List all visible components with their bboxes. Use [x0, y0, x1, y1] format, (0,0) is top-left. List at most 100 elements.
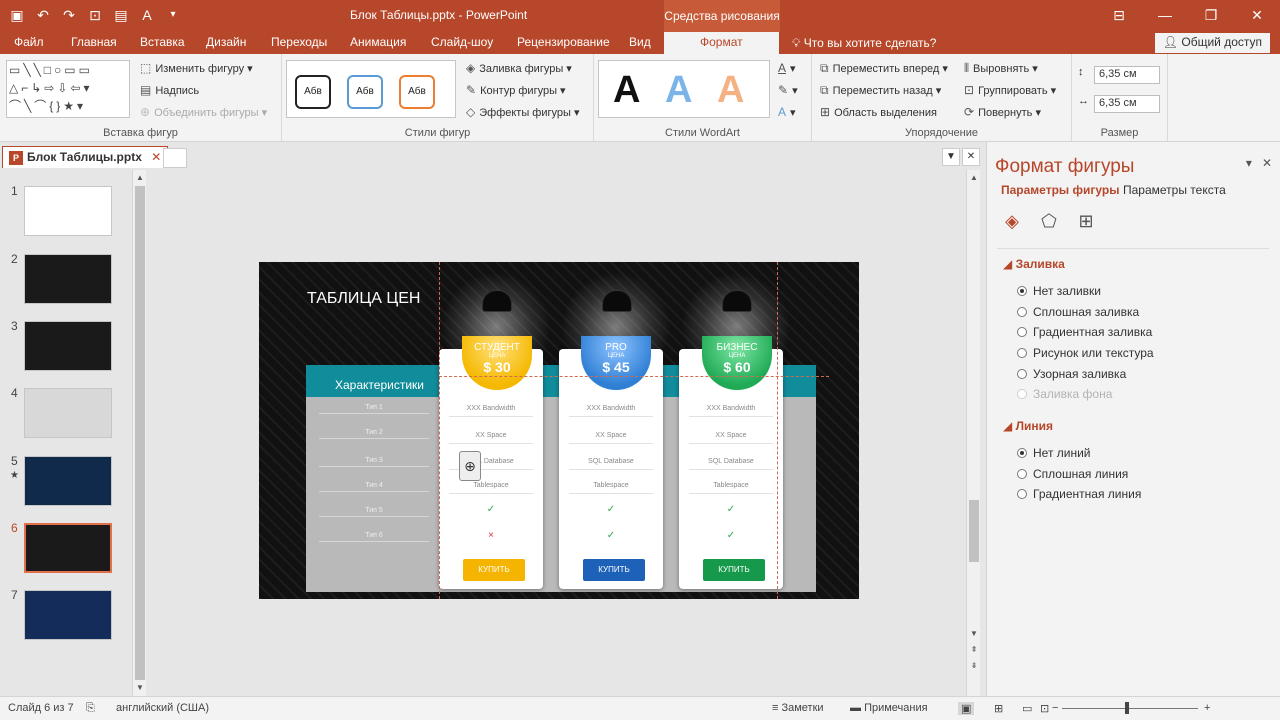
text-fill-button[interactable]: A ▾ [778, 61, 796, 75]
shape-styles-gallery[interactable]: Абв Абв Абв [286, 60, 456, 118]
scroll-down-icon[interactable]: ▼ [134, 682, 146, 694]
start-slideshow-icon[interactable]: ⊡ [84, 4, 106, 26]
scrollbar-thumb[interactable] [969, 500, 979, 562]
style-swatch-orange[interactable]: Абв [399, 75, 435, 109]
customize-qat-icon[interactable]: ▾ [162, 4, 184, 26]
radio-gradient-line[interactable]: Градиентная линия [1017, 487, 1141, 501]
slide-thumbnail-5[interactable] [24, 456, 112, 506]
tab-home[interactable]: Главная [71, 35, 117, 49]
radio-no-fill[interactable]: Нет заливки [1017, 284, 1101, 298]
size-properties-icon[interactable]: ⊞ [1075, 210, 1097, 232]
edit-shape-button[interactable]: ⬚ Изменить фигуру ▾ [140, 61, 253, 75]
style-swatch-dark[interactable]: Абв [295, 75, 331, 109]
undo-icon[interactable]: ↶ [32, 4, 54, 26]
effects-pentagon-icon[interactable]: ⬠ [1038, 210, 1060, 232]
rotate-button[interactable]: ⟳ Повернуть ▾ [964, 105, 1041, 119]
slide-thumbnail-6[interactable] [24, 523, 112, 573]
wordart-gallery[interactable]: A A A [598, 60, 770, 118]
scroll-down-icon[interactable]: ▼ [968, 628, 980, 640]
new-tab-button[interactable] [163, 148, 187, 168]
shape-fill-button[interactable]: ◈ Заливка фигуры ▾ [466, 61, 572, 75]
zoom-slider[interactable] [1062, 708, 1198, 709]
pane-options-icon[interactable]: ▾ [1246, 156, 1252, 170]
wordart-style-blue[interactable]: A [665, 69, 692, 112]
close-document-icon[interactable]: ✕ [962, 148, 980, 166]
redo-icon[interactable]: ↷ [58, 4, 80, 26]
slide-sorter-icon[interactable]: ⊞ [994, 702, 1003, 715]
text-box-button[interactable]: ▤ Надпись [140, 83, 199, 97]
shapes-gallery[interactable]: ▭╲╲□○▭▭ △⌐↳⇨⇩⇦▾ ⌒╲⌒{}★▾ [6, 60, 130, 118]
reading-view-icon[interactable]: ▭ [1022, 702, 1032, 715]
slide-thumbnail-3[interactable] [24, 321, 112, 371]
tab-shape-options[interactable]: Параметры фигуры [1001, 183, 1119, 197]
ribbon-display-options-icon[interactable]: ⊟ [1096, 0, 1142, 32]
send-backward-button[interactable]: ⧉ Переместить назад ▾ [820, 83, 941, 98]
buy-button-student[interactable]: КУПИТЬ [463, 559, 525, 581]
comments-button[interactable]: ▬ Примечания [850, 702, 928, 714]
radio-solid-fill[interactable]: Сплошная заливка [1017, 305, 1139, 319]
normal-view-icon[interactable]: ▣ [958, 702, 975, 715]
scroll-up-icon[interactable]: ▲ [134, 172, 146, 184]
radio-gradient-fill[interactable]: Градиентная заливка [1017, 325, 1152, 339]
shape-outline-button[interactable]: ✎ Контур фигуры ▾ [466, 83, 566, 97]
height-field[interactable]: 6,35 см [1094, 66, 1160, 84]
fill-section-header[interactable]: ◢ Заливка [1003, 257, 1065, 271]
shapes-icon[interactable]: ▤ [110, 4, 132, 26]
group-button[interactable]: ⊡ Группировать ▾ [964, 83, 1056, 97]
language-indicator[interactable]: английский (США) [116, 702, 209, 714]
tell-me-search[interactable]: 💡︎ Что вы хотите сделать? [792, 36, 936, 51]
slide-title[interactable]: ТАБЛИЦА ЦЕН [307, 290, 420, 308]
slideshow-view-icon[interactable]: ⊡ [1040, 702, 1049, 715]
merge-shapes-button[interactable]: ⊕ Объединить фигуры ▾ [140, 105, 267, 119]
close-tab-icon[interactable]: ✕ [151, 150, 161, 164]
slide-thumbnail-7[interactable] [24, 590, 112, 640]
radio-solid-line[interactable]: Сплошная линия [1017, 467, 1128, 481]
share-button[interactable]: 👤︎ Общий доступ [1154, 33, 1270, 53]
tab-format[interactable]: Формат [664, 32, 779, 54]
width-field[interactable]: 6,35 см [1094, 95, 1160, 113]
radio-picture-fill[interactable]: Рисунок или текстура [1017, 346, 1154, 360]
save-icon[interactable]: ▣ [6, 4, 28, 26]
tab-file[interactable]: Файл [14, 35, 44, 49]
buy-button-pro[interactable]: КУПИТЬ [583, 559, 645, 581]
buy-button-business[interactable]: КУПИТЬ [703, 559, 765, 581]
radio-pattern-fill[interactable]: Узорная заливка [1017, 367, 1126, 381]
font-icon[interactable]: A [136, 4, 158, 26]
text-effects-button[interactable]: A ▾ [778, 105, 796, 119]
previous-slide-icon[interactable]: ⇞ [968, 644, 980, 656]
bring-forward-button[interactable]: ⧉ Переместить вперед ▾ [820, 61, 948, 76]
shape-effects-button[interactable]: ◇ Эффекты фигуры ▾ [466, 105, 579, 119]
line-section-header[interactable]: ◢ Линия [1003, 419, 1053, 433]
selection-pane-button[interactable]: ⊞ Область выделения [820, 105, 937, 119]
restore-icon[interactable]: ❐ [1188, 0, 1234, 32]
text-outline-button[interactable]: ✎ ▾ [778, 83, 798, 97]
scroll-up-icon[interactable]: ▲ [968, 172, 980, 184]
document-tab-active[interactable]: P Блок Таблицы.pptx ✕ [2, 146, 169, 168]
style-swatch-blue[interactable]: Абв [347, 75, 383, 109]
slide-canvas[interactable]: ТАБЛИЦА ЦЕН Характеристики Тип 1 Тип 2 Т… [259, 262, 859, 599]
close-pane-icon[interactable]: ✕ [1262, 156, 1272, 170]
tab-insert[interactable]: Вставка [140, 35, 185, 49]
zoom-slider-handle[interactable] [1125, 702, 1129, 714]
next-slide-icon[interactable]: ⇟ [968, 660, 980, 672]
slide-thumbnail-2[interactable] [24, 254, 112, 304]
tab-view[interactable]: Вид [629, 35, 651, 49]
thumbnails-scrollbar[interactable]: ▲ ▼ [132, 170, 146, 696]
editor-scrollbar[interactable]: ▲ ▼ ⇞ ⇟ [966, 170, 980, 696]
align-button[interactable]: ⫴ Выровнять ▾ [964, 61, 1038, 76]
spellcheck-icon[interactable]: ⎘ [86, 702, 95, 715]
wordart-style-black[interactable]: A [613, 69, 640, 112]
tab-slideshow[interactable]: Слайд-шоу [431, 35, 493, 49]
tab-text-options[interactable]: Параметры текста [1123, 183, 1226, 197]
tab-animations[interactable]: Анимация [350, 35, 406, 49]
slide-thumbnail-1[interactable] [24, 186, 112, 236]
radio-no-line[interactable]: Нет линий [1017, 446, 1091, 460]
scrollbar-thumb[interactable] [135, 186, 145, 680]
tab-list-dropdown-icon[interactable]: ▼ [942, 148, 960, 166]
tab-transitions[interactable]: Переходы [271, 35, 327, 49]
minimize-icon[interactable]: — [1142, 0, 1188, 32]
fill-line-icon[interactable]: ◈ [1001, 210, 1023, 232]
notes-button[interactable]: ≡ Заметки [772, 702, 824, 714]
zoom-in-icon[interactable]: + [1204, 702, 1210, 714]
tab-review[interactable]: Рецензирование [517, 35, 610, 49]
